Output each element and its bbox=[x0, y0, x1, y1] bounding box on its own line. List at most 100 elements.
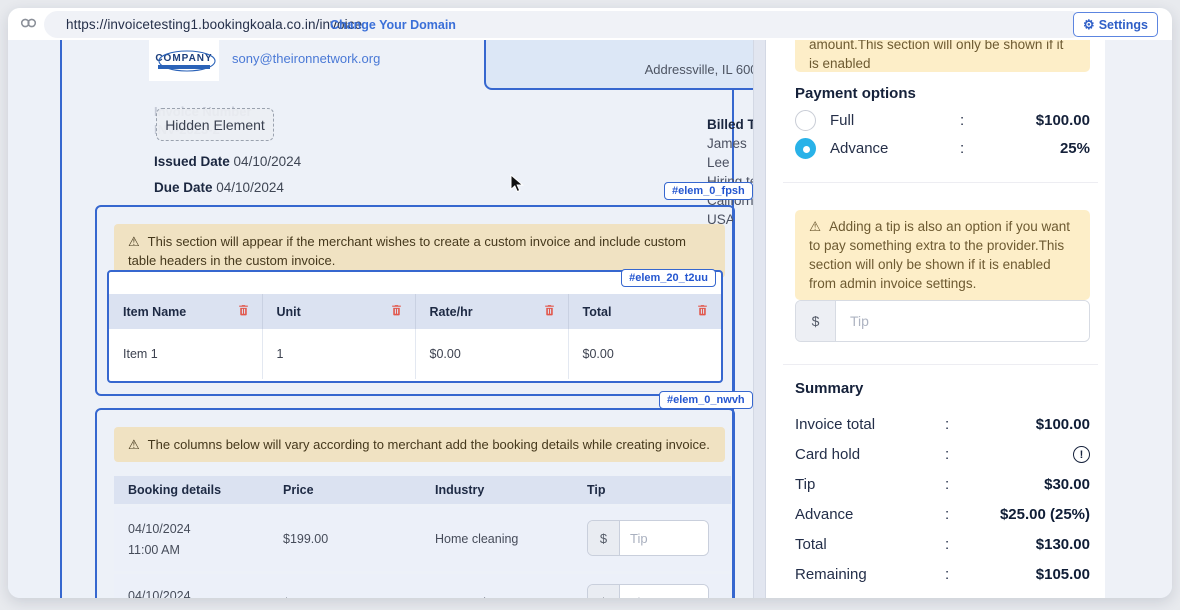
custom-section-warning-text: This section will appear if the merchant… bbox=[128, 234, 686, 268]
merchant-email: sony@theironnetwork.org bbox=[232, 51, 381, 66]
items-cell-name: Item 1 bbox=[109, 329, 263, 379]
issued-date-value: 04/10/2024 bbox=[233, 154, 302, 169]
summary-value: $130.00 bbox=[1035, 536, 1090, 553]
booking-row: 04/10/2024 11:00 AM $199.00 Home cleanin… bbox=[114, 507, 731, 571]
items-header-label: Rate/hr bbox=[429, 304, 473, 319]
element-badge-fpsh[interactable]: #elem_0_fpsh bbox=[664, 182, 753, 200]
summary-value: $100.00 bbox=[1035, 416, 1090, 433]
booking-header-cell: Industry bbox=[435, 483, 485, 497]
colon: : bbox=[945, 536, 950, 553]
booking-price-cell: $199.00 bbox=[283, 532, 329, 546]
issued-date-label: Issued Date bbox=[154, 154, 230, 169]
gear-icon: ⚙ bbox=[1083, 16, 1095, 32]
warning-icon: ⚠ bbox=[809, 219, 822, 234]
colon: : bbox=[960, 111, 965, 129]
items-table-box[interactable]: #elem_20_t2uu Item Name Unit Rate/hr Tot… bbox=[107, 269, 723, 383]
booking-tip-cell: $ bbox=[573, 574, 731, 598]
summary-label: Invoice total bbox=[795, 416, 876, 433]
booking-tip-cell: $ bbox=[573, 507, 731, 571]
radio-advance[interactable] bbox=[795, 137, 816, 159]
items-header-cell: Unit bbox=[262, 294, 416, 329]
summary-row-card-hold: Card hold : ! bbox=[795, 446, 1090, 466]
booking-industry-cell: Home cleaning bbox=[435, 532, 519, 546]
custom-invoice-section[interactable]: ⚠ This section will appear if the merchan… bbox=[95, 205, 735, 396]
payment-option-label: Full bbox=[830, 111, 855, 129]
url-bar[interactable]: https://invoicetesting1.bookingkoala.co.… bbox=[44, 11, 1084, 38]
summary-label: Advance bbox=[795, 506, 854, 523]
dollar-prefix: $ bbox=[588, 521, 620, 555]
booking-date: 04/10/2024 bbox=[128, 522, 191, 536]
element-badge-t2uu[interactable]: #elem_20_t2uu bbox=[621, 269, 716, 287]
colon: : bbox=[945, 476, 950, 493]
summary-value: $105.00 bbox=[1035, 566, 1090, 583]
info-icon[interactable]: ! bbox=[1073, 446, 1090, 463]
dollar-prefix: $ bbox=[796, 301, 836, 341]
booking-details-section[interactable]: ⚠ The columns below will vary according t… bbox=[95, 408, 735, 598]
items-table-row: Item 1 1 $0.00 $0.00 bbox=[109, 329, 721, 379]
items-header-label: Unit bbox=[276, 304, 301, 319]
summary-row-tip: Tip : $30.00 bbox=[795, 476, 1090, 496]
settings-button[interactable]: ⚙ Settings bbox=[1073, 12, 1158, 37]
payment-sidebar: amount.This section will only be shown i… bbox=[766, 8, 1105, 598]
colon: : bbox=[945, 506, 950, 523]
items-cell-total: $0.00 bbox=[582, 347, 614, 361]
booking-time: 11:00 AM bbox=[128, 543, 180, 557]
add-tip-input[interactable] bbox=[836, 301, 1089, 341]
booking-header-cell: Tip bbox=[587, 483, 606, 497]
summary-label: Remaining bbox=[795, 566, 867, 583]
settings-button-label: Settings bbox=[1098, 17, 1148, 32]
warning-icon: ⚠ bbox=[128, 234, 140, 249]
booking-date-cell: 04/10/2024 11:00 AM bbox=[114, 507, 269, 571]
booking-header-row: Booking details Price Industry Tip bbox=[114, 476, 731, 504]
payment-options-title: Payment options bbox=[795, 85, 916, 102]
trash-icon[interactable] bbox=[696, 303, 709, 320]
booking-industry-cell: Car Wash bbox=[421, 574, 573, 598]
radio-full[interactable] bbox=[795, 109, 816, 131]
trash-icon[interactable] bbox=[237, 303, 250, 320]
items-cell-rate: $0.00 bbox=[415, 329, 569, 379]
warning-icon: ⚠ bbox=[128, 437, 140, 452]
booking-section-warning-text: The columns below will vary according to… bbox=[147, 437, 710, 452]
summary-row-total: Total : $130.00 bbox=[795, 536, 1090, 556]
booking-header-cell: Booking details bbox=[128, 483, 222, 497]
booking-section-warning: ⚠ The columns below will vary according t… bbox=[114, 427, 725, 462]
summary-row-invoice-total: Invoice total : $100.00 bbox=[795, 416, 1090, 436]
browser-top-bar: https://invoicetesting1.bookingkoala.co.… bbox=[8, 8, 1172, 40]
link-icon bbox=[20, 16, 37, 34]
right-panel-gutter bbox=[1105, 40, 1172, 598]
invoice-wrapper[interactable]: COMPANY sony@theironnetwork.org Addressv… bbox=[60, 24, 788, 598]
divider bbox=[783, 364, 1098, 365]
divider bbox=[783, 182, 1098, 183]
booking-header-cell: Price bbox=[283, 483, 314, 497]
app-window: https://invoicetesting1.bookingkoala.co.… bbox=[8, 8, 1172, 598]
booking-date-cell: 04/10/2024 bbox=[114, 574, 269, 598]
payment-option-value: $100.00 bbox=[1035, 111, 1090, 129]
payment-option-full[interactable]: Full : $100.00 bbox=[795, 108, 1090, 132]
issued-date-line: Issued Date 04/10/2024 bbox=[154, 154, 301, 169]
items-header-cell: Total bbox=[568, 294, 721, 329]
items-header-label: Item Name bbox=[123, 304, 187, 319]
payment-option-advance[interactable]: Advance : 25% bbox=[795, 136, 1090, 160]
dollar-prefix: $ bbox=[588, 585, 620, 598]
booking-date: 04/10/2024 bbox=[128, 589, 191, 598]
items-header-cell: Item Name bbox=[109, 294, 263, 329]
element-badge-nwvh[interactable]: #elem_0_nwvh bbox=[659, 391, 753, 409]
booking-table: Booking details Price Industry Tip 04/10… bbox=[114, 476, 731, 598]
colon: : bbox=[960, 139, 965, 157]
booking-tip-input[interactable] bbox=[620, 521, 708, 555]
summary-row-advance: Advance : $25.00 (25%) bbox=[795, 506, 1090, 526]
items-header-cell: Rate/hr bbox=[415, 294, 569, 329]
url-text[interactable]: https://invoicetesting1.bookingkoala.co.… bbox=[66, 17, 362, 32]
hidden-element-button[interactable]: Hidden Element bbox=[156, 108, 274, 141]
scrollbar[interactable] bbox=[753, 40, 766, 598]
items-header-row: Item Name Unit Rate/hr Total bbox=[109, 294, 721, 329]
due-date-value: 04/10/2024 bbox=[216, 180, 284, 195]
booking-tip-input[interactable] bbox=[620, 585, 708, 598]
trash-icon[interactable] bbox=[390, 303, 403, 320]
change-domain-link[interactable]: Change Your Domain bbox=[330, 18, 456, 32]
due-date-line: Due Date 04/10/2024 bbox=[154, 180, 284, 195]
trash-icon[interactable] bbox=[543, 303, 556, 320]
summary-value: $25.00 (25%) bbox=[999, 506, 1090, 523]
company-logo: COMPANY bbox=[149, 40, 219, 81]
colon: : bbox=[945, 446, 950, 463]
